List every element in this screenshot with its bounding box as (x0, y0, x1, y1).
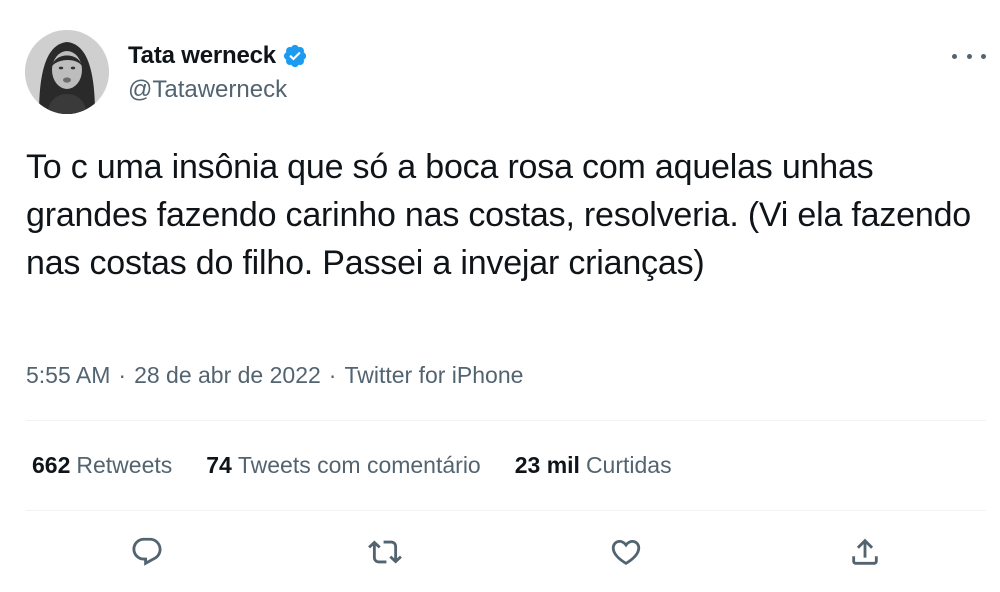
tweet-time[interactable]: 5:55 AM (26, 362, 110, 389)
divider (26, 420, 986, 421)
divider (26, 510, 986, 511)
more-options-icon[interactable] (952, 44, 986, 68)
meta-separator: · (118, 362, 127, 388)
likes-count: 23 mil (514, 452, 580, 478)
dot (952, 53, 957, 59)
share-button[interactable] (843, 530, 887, 574)
tweet-text: To c uma insônia que só a boca rosa com … (26, 148, 972, 282)
quote-tweets-stat[interactable]: 74 Tweets com comentário (206, 452, 480, 479)
tweet-source[interactable]: Twitter for iPhone (344, 362, 523, 389)
reply-icon (132, 537, 162, 566)
tweet-date[interactable]: 28 de abr de 2022 (134, 362, 321, 389)
quote-tweets-label: Tweets com comentário (237, 452, 481, 478)
avatar[interactable] (25, 30, 109, 114)
retweet-icon (368, 540, 402, 564)
author-name-row: Tata werneck (128, 40, 308, 72)
author-display-name[interactable]: Tata werneck (128, 42, 276, 70)
tweet-meta: 5:55 AM · 28 de abr de 2022 · Twitter fo… (26, 362, 523, 389)
dot (981, 53, 986, 59)
meta-separator: · (328, 362, 337, 388)
retweets-stat[interactable]: 662 Retweets (32, 452, 172, 479)
quote-tweets-count: 74 (206, 452, 232, 478)
tweet-stats: 662 Retweets 74 Tweets com comentário 23… (32, 452, 706, 479)
retweet-button[interactable] (363, 530, 407, 574)
verified-badge-icon (282, 43, 308, 69)
likes-label: Curtidas (585, 452, 672, 478)
heart-icon (611, 539, 641, 565)
tweet-card: Tata werneck @Tatawerneck To c uma insôn… (0, 0, 1000, 592)
retweets-count: 662 (32, 452, 71, 478)
avatar-photo (25, 30, 109, 114)
like-button[interactable] (604, 530, 648, 574)
author-handle[interactable]: @Tatawerneck (128, 76, 287, 104)
reply-button[interactable] (125, 530, 169, 574)
share-icon (852, 538, 878, 565)
tweet-actions (0, 530, 1000, 574)
retweets-label: Retweets (76, 452, 173, 478)
likes-stat[interactable]: 23 mil Curtidas (515, 452, 672, 479)
dot (966, 53, 972, 59)
